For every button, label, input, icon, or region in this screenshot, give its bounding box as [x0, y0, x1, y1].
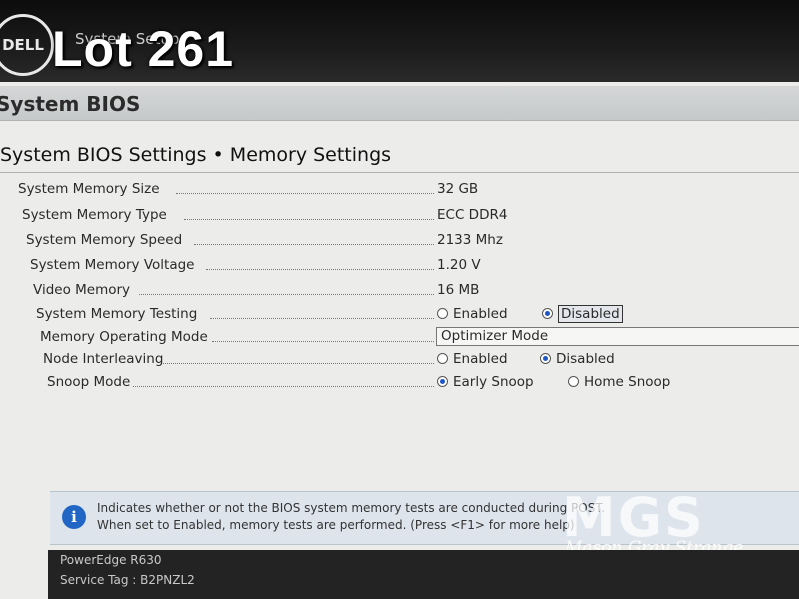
lot-overlay-label: Lot 261: [52, 21, 235, 77]
system-footer: PowerEdge R630 Service Tag : B2PNZL2: [48, 550, 799, 599]
node-interleaving-enabled-radio[interactable]: Enabled: [437, 351, 508, 367]
setting-label: System Memory Size: [18, 181, 160, 197]
radio-unchecked-icon: [437, 352, 448, 364]
setting-label: System Memory Speed: [26, 232, 183, 248]
setting-value: ECC DDR4: [437, 207, 508, 223]
setting-row-video-memory: Video Memory 16 MB: [33, 282, 799, 302]
radio-label: Disabled: [556, 351, 615, 367]
radio-checked-icon: [542, 307, 553, 319]
page-heading: System BIOS Settings • Memory Settings: [0, 144, 392, 166]
leader-dots: [210, 318, 434, 319]
monitor-top-bezel: DELL System Setup Lot 261: [0, 0, 799, 82]
snoop-mode-home-radio[interactable]: Home Snoop: [568, 374, 670, 390]
help-text-line-1: Indicates whether or not the BIOS system…: [97, 501, 606, 515]
setting-label: Video Memory: [33, 282, 131, 298]
setting-label: System Memory Voltage: [30, 257, 195, 273]
setting-value: 16 MB: [437, 282, 480, 298]
setting-value: 32 GB: [437, 181, 479, 197]
setting-row-memory-type: System Memory Type ECC DDR4: [22, 207, 799, 227]
radio-label: Home Snoop: [584, 374, 671, 390]
leader-dots: [163, 363, 434, 364]
leader-dots: [194, 244, 434, 245]
leader-dots: [206, 269, 434, 270]
setting-row-operating-mode: Memory Operating Mode Optimizer Mode: [0, 327, 799, 349]
bios-title: System BIOS: [0, 92, 141, 116]
setting-label: System Memory Testing: [36, 306, 198, 322]
setting-label: System Memory Type: [22, 207, 167, 223]
bios-title-bar: System BIOS: [0, 86, 799, 121]
radio-label: Disabled: [558, 305, 623, 323]
snoop-mode-early-radio[interactable]: Early Snoop: [437, 374, 534, 390]
setting-row-memory-size: System Memory Size 32 GB: [18, 181, 799, 201]
leader-dots: [133, 386, 434, 387]
radio-unchecked-icon: [437, 307, 448, 319]
leader-dots: [212, 341, 434, 342]
setting-row-memory-voltage: System Memory Voltage 1.20 V: [30, 257, 799, 277]
setting-value: 2133 Mhz: [437, 232, 503, 248]
setting-label: Node Interleaving: [43, 351, 164, 367]
footer-model: PowerEdge R630: [60, 553, 162, 567]
memory-testing-enabled-radio[interactable]: Enabled: [437, 306, 508, 322]
radio-label: Enabled: [453, 306, 508, 322]
operating-mode-select[interactable]: Optimizer Mode: [436, 327, 799, 346]
radio-label: Early Snoop: [453, 374, 534, 390]
radio-checked-icon: [540, 352, 551, 364]
setting-value: 1.20 V: [437, 257, 481, 273]
setting-row-memory-testing: System Memory Testing Enabled Disabled: [36, 305, 799, 326]
leader-dots: [176, 193, 434, 194]
heading-divider: [0, 172, 799, 173]
memory-testing-disabled-radio[interactable]: Disabled: [542, 305, 623, 323]
setting-row-node-interleaving: Node Interleaving Enabled Disabled: [43, 351, 799, 371]
leader-dots: [139, 294, 434, 295]
info-icon: i: [62, 505, 86, 529]
setting-label: Memory Operating Mode: [40, 329, 208, 345]
setting-row-snoop-mode: Snoop Mode Early Snoop Home Snoop: [47, 374, 799, 394]
radio-label: Enabled: [453, 351, 508, 367]
setting-row-memory-speed: System Memory Speed 2133 Mhz: [26, 232, 799, 252]
node-interleaving-disabled-radio[interactable]: Disabled: [540, 351, 615, 367]
bios-screen: System BIOS System BIOS Settings • Memor…: [0, 82, 799, 599]
help-text-line-2: When set to Enabled, memory tests are pe…: [97, 518, 575, 532]
leader-dots: [184, 219, 434, 220]
setting-label: Snoop Mode: [47, 374, 131, 390]
radio-checked-icon: [437, 375, 448, 387]
radio-unchecked-icon: [568, 375, 579, 387]
dell-logo: DELL: [0, 14, 54, 76]
footer-service-tag: Service Tag : B2PNZL2: [60, 573, 195, 587]
